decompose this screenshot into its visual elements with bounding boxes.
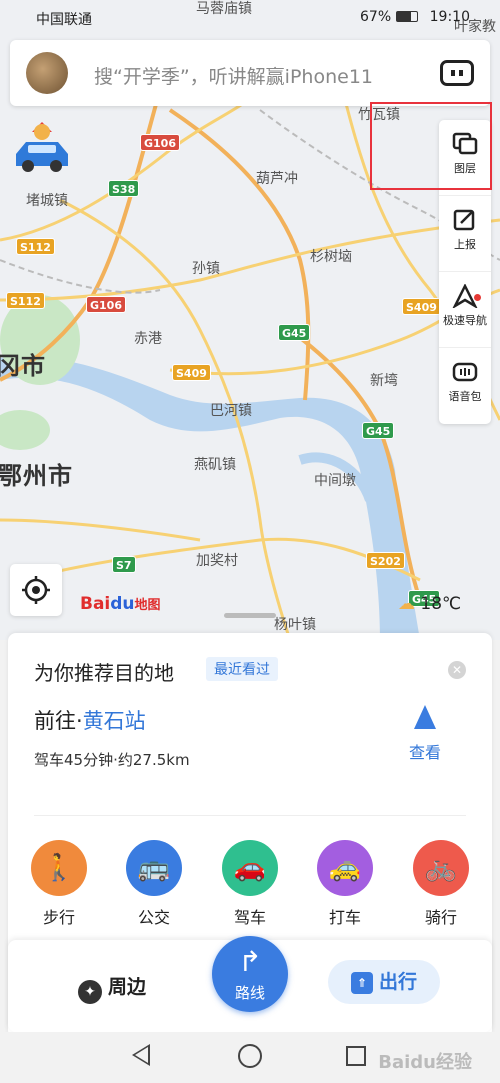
nearby-tab[interactable]: ✦ 周边 [78, 972, 146, 1004]
mode-bus-button[interactable]: 🚌 公交 [120, 840, 188, 928]
travel-tab[interactable]: ⇑ 出行 [328, 960, 440, 1004]
voice-pack-button[interactable]: 语音包 [439, 360, 491, 424]
map-place: 杉树垴 [310, 249, 352, 265]
recent-apps-icon[interactable] [346, 1046, 366, 1066]
voice-pack-icon [452, 360, 478, 384]
route-button[interactable]: ↱ 路线 [212, 936, 288, 1012]
fast-navigation-label: 极速导航 [443, 314, 487, 327]
road-shield: G45 [278, 324, 311, 341]
map-place: 巴河镇 [210, 403, 252, 419]
mode-label: 打车 [328, 908, 361, 927]
voice-assistant-icon[interactable] [440, 60, 474, 86]
search-placeholder[interactable]: 搜“开学季”，听讲解赢iPhone11 [94, 62, 373, 89]
bottom-nav: ✦ 周边 ↱ 路线 ⇑ 出行 [8, 936, 492, 1032]
route-arrow-icon: ↱ [238, 945, 262, 978]
carrier-label: 中国联通 [36, 12, 92, 28]
locate-button[interactable] [10, 564, 62, 616]
notification-dot [474, 294, 481, 301]
mode-taxi-button[interactable]: 🚕 打车 [311, 840, 379, 928]
mode-label: 步行 [42, 908, 75, 927]
mode-drive-button[interactable]: 🚗 驾车 [216, 840, 284, 928]
destination-line[interactable]: 前往·黄石站 [34, 705, 146, 735]
travel-icon: ⇑ [350, 972, 373, 994]
system-nav-bar: Baidu经验 [0, 1032, 500, 1083]
goto-prefix: 前往· [34, 709, 83, 733]
temperature: 18℃ [420, 594, 462, 614]
map-place: 杨叶镇 [274, 617, 316, 633]
home-icon[interactable] [238, 1044, 262, 1068]
logo-du: du [110, 594, 135, 614]
mode-label: 驾车 [233, 908, 266, 927]
road-shield: S112 [6, 292, 45, 309]
report-button[interactable]: 上报 [439, 208, 491, 272]
sheet-drag-handle[interactable] [224, 613, 276, 618]
mode-label: 骑行 [424, 908, 457, 927]
mode-bike-button[interactable]: 🚲 骑行 [407, 840, 475, 928]
bike-icon: 🚲 [413, 840, 469, 896]
drive-info: 驾车45分钟·约27.5km [34, 751, 190, 769]
close-icon[interactable]: ✕ [448, 661, 466, 679]
navigate-arrow-icon [414, 705, 436, 729]
route-label: 路线 [234, 984, 265, 1002]
battery-icon [396, 11, 418, 22]
mode-walk-button[interactable]: 🚶 步行 [25, 840, 93, 928]
report-label: 上报 [454, 238, 476, 251]
road-shield: S38 [108, 180, 140, 197]
road-shield: S202 [366, 552, 405, 569]
road-shield: G106 [140, 134, 180, 151]
compass-icon: ✦ [78, 980, 102, 1004]
baidu-map-logo: Baidu地图 [80, 594, 161, 614]
map-place: 加奖村 [196, 553, 238, 569]
map-place: 孙镇 [192, 261, 220, 277]
watermark: Baidu经验 [378, 1052, 472, 1073]
destination-name[interactable]: 黄石站 [83, 709, 146, 733]
avatar[interactable] [26, 52, 68, 94]
map-place: 葫芦冲 [256, 171, 298, 187]
status-bar: 中国联通 67% 19:10 [0, 0, 500, 34]
report-icon [452, 208, 478, 232]
map-place: 中间墩 [314, 473, 356, 489]
bus-icon: 🚌 [126, 840, 182, 896]
view-button[interactable]: 查看 [403, 705, 447, 763]
car-promo-icon[interactable] [10, 118, 74, 182]
taxi-icon: 🚕 [317, 840, 373, 896]
view-label: 查看 [408, 743, 441, 762]
search-bar[interactable]: 搜“开学季”，听讲解赢iPhone11 [10, 40, 490, 106]
road-shield: S112 [16, 238, 55, 255]
road-shield: S7 [112, 556, 136, 573]
divider [34, 815, 466, 816]
clock: 19:10 [429, 9, 470, 25]
travel-label: 出行 [378, 971, 417, 993]
locate-icon [22, 576, 50, 604]
voice-pack-label: 语音包 [448, 390, 482, 403]
map-place: 赤港 [134, 331, 162, 347]
weather-widget[interactable]: ☁ 18℃ [398, 594, 461, 614]
map-city: 鄂州市 [0, 462, 73, 490]
map-place: 堵城镇 [26, 193, 68, 209]
travel-modes: 🚶 步行 🚌 公交 🚗 驾车 🚕 打车 🚲 骑行 [8, 840, 492, 940]
map-city: 冈市 [0, 352, 46, 380]
road-shield: G45 [362, 422, 395, 439]
weather-icon: ☁ [398, 594, 415, 614]
back-icon[interactable] [132, 1044, 150, 1066]
recent-tag[interactable]: 最近看过 [206, 657, 278, 681]
battery-percent: 67% [360, 9, 392, 25]
fast-navigation-button[interactable]: 极速导航 [439, 283, 491, 348]
logo-text: Bai [80, 594, 111, 614]
nearby-label: 周边 [108, 976, 147, 998]
mode-label: 公交 [137, 908, 170, 927]
road-shield: S409 [402, 298, 441, 315]
road-shield: S409 [172, 364, 211, 381]
road-shield: G106 [86, 296, 126, 313]
map-place: 燕矶镇 [194, 457, 236, 473]
map-place: 新塆 [370, 373, 398, 389]
highlight-box [370, 102, 492, 190]
car-icon: 🚗 [222, 840, 278, 896]
map-app-screen: 马蓉庙镇 竹瓦镇 叶家教 堵城镇 葫芦冲 孙镇 杉树垴 赤港 新塆 巴河镇 燕矶… [0, 0, 500, 1083]
recommend-title: 为你推荐目的地 [34, 661, 174, 685]
walk-icon: 🚶 [31, 840, 87, 896]
logo-suffix: 地图 [134, 598, 161, 613]
